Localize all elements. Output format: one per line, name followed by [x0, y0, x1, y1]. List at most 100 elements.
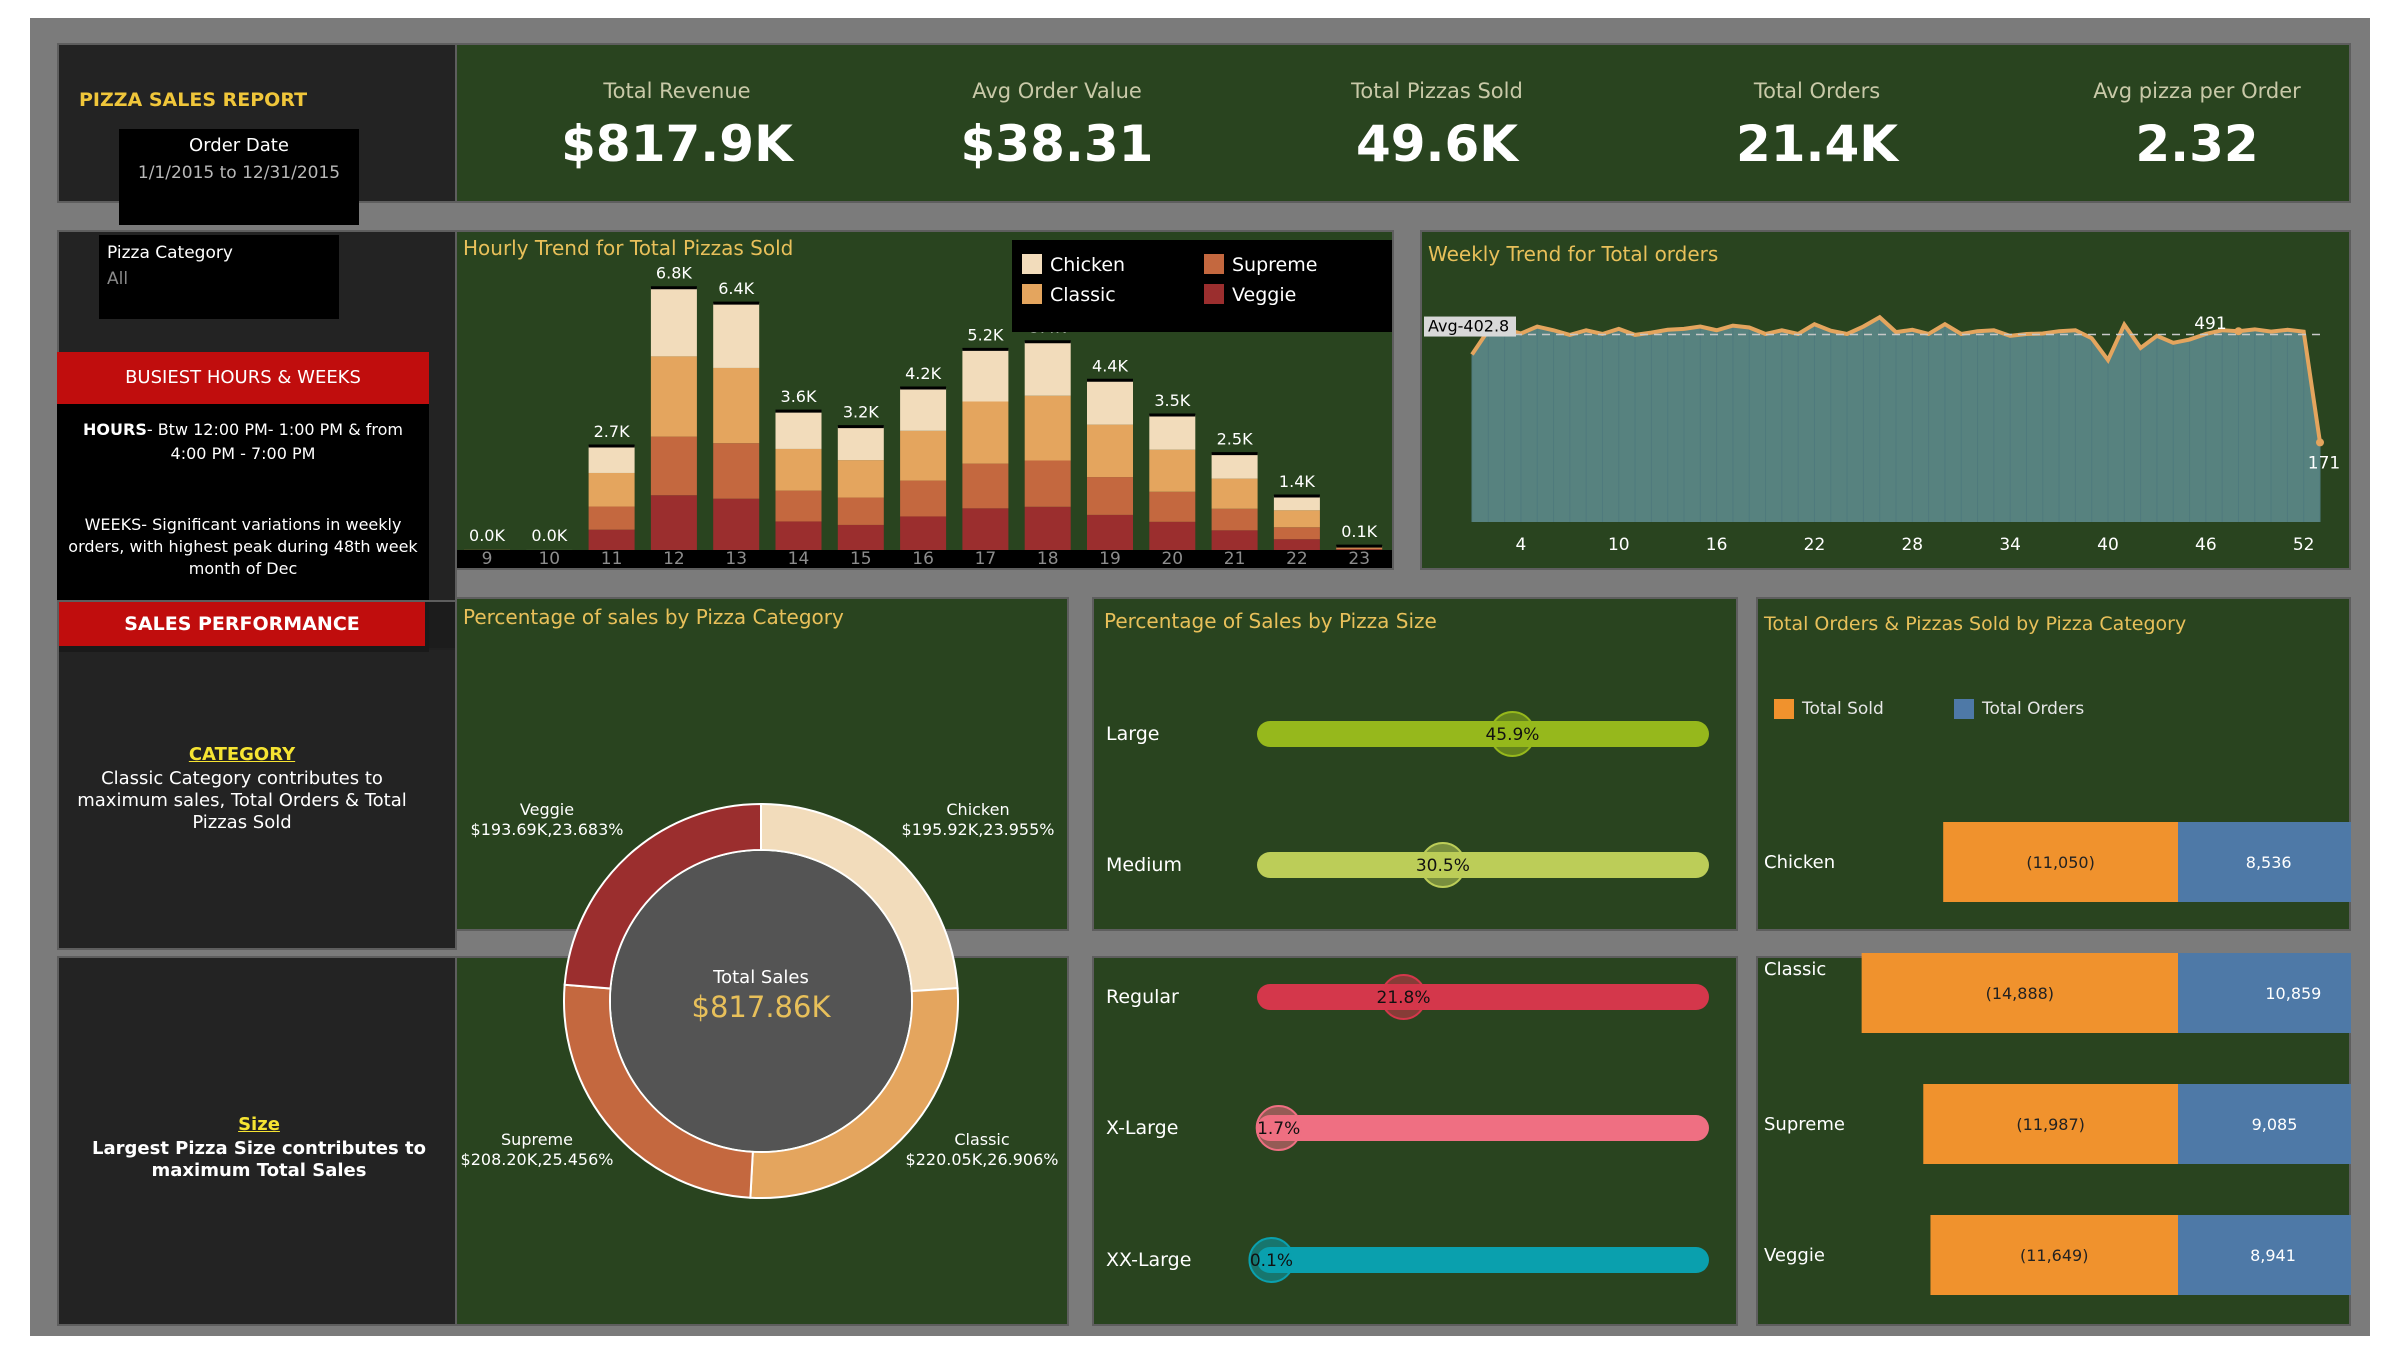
- orders-value-total-orders-classic: 10,859: [2265, 984, 2321, 1003]
- size-value-x-large: 1.7%: [1257, 1119, 1300, 1139]
- size-bar-x-large: [1257, 1115, 1709, 1141]
- donut-label-name-supreme: Supreme: [501, 1130, 573, 1149]
- hours-label: HOURS: [83, 420, 147, 439]
- legend-swatch-supreme: [1204, 254, 1224, 274]
- hourly-total-label-23: 0.1K: [1341, 522, 1377, 541]
- order-date-label: Order Date: [189, 135, 289, 156]
- legend-label-chicken: Chicken: [1050, 254, 1126, 276]
- hourly-bar-14-veggie: [775, 521, 822, 550]
- hourly-total-label-10: 0.0K: [531, 526, 567, 545]
- hourly-bar-16-supreme: [900, 480, 947, 517]
- size-label-medium: Medium: [1106, 854, 1182, 876]
- size-bar-xx-large: [1257, 1247, 1709, 1273]
- kpi-avg-order-value-label: Avg Order Value: [972, 79, 1142, 103]
- hourly-bar-16-classic: [900, 430, 947, 481]
- weekly-tick-22: 22: [1804, 535, 1826, 555]
- hourly-total-label-15: 3.2K: [843, 403, 879, 422]
- category-note-title: CATEGORY: [188, 744, 296, 765]
- hourly-bar-18-supreme: [1024, 460, 1071, 507]
- donut-label-value-chicken: $195.92K,23.955%: [902, 820, 1055, 839]
- hourly-bar-21-chicken: [1211, 453, 1258, 479]
- size-value-xx-large: 0.1%: [1250, 1251, 1293, 1271]
- orders-category-label-classic: Classic: [1764, 959, 1826, 980]
- hourly-bar-19-supreme: [1087, 477, 1133, 515]
- size-bar-regular: [1257, 984, 1709, 1010]
- weekly-tick-10: 10: [1608, 535, 1630, 555]
- kpi-total-orders-label: Total Orders: [1753, 79, 1881, 103]
- hourly-legend: Chicken Classic Supreme Veggie: [1012, 240, 1392, 332]
- weekly-tick-34: 34: [1999, 535, 2021, 555]
- hourly-bar-20-veggie: [1149, 521, 1196, 550]
- hourly-total-label-20: 3.5K: [1154, 391, 1190, 410]
- kpi-total-pizzas-sold-label: Total Pizzas Sold: [1351, 79, 1523, 103]
- orders-value-total-orders-chicken: 8,536: [2246, 853, 2292, 872]
- hours-note: HOURS- Btw 12:00 PM- 1:00 PM & from 4:00…: [65, 418, 421, 466]
- category-filter-value: All: [107, 269, 129, 289]
- orders-value-total-sold-veggie: (11,649): [2020, 1246, 2088, 1265]
- size-bar-medium: [1257, 852, 1709, 878]
- orders-value-total-sold-supreme: (11,987): [2016, 1115, 2084, 1134]
- weekly-tick-40: 40: [2097, 535, 2119, 555]
- hourly-bar-12-veggie: [650, 495, 697, 550]
- order-date-filter[interactable]: Order Date 1/1/2015 to 12/31/2015: [119, 129, 359, 225]
- hourly-bar-14-classic: [775, 448, 822, 491]
- hourly-bar-13-chicken: [713, 303, 760, 368]
- hourly-tick-12: 12: [663, 549, 685, 568]
- hourly-bar-18-classic: [1024, 395, 1071, 461]
- size-label-xx-large: XX-Large: [1106, 1249, 1191, 1271]
- hourly-total-label-13: 6.4K: [718, 279, 754, 298]
- hourly-bar-19-classic: [1087, 424, 1133, 478]
- hourly-tick-11: 11: [601, 549, 623, 568]
- weekly-tick-46: 46: [2195, 535, 2217, 555]
- hourly-tick-15: 15: [850, 549, 872, 568]
- kpi-avg-pizza-per-order-value: 2.32: [2135, 115, 2259, 173]
- orders-category-label-chicken: Chicken: [1764, 852, 1835, 873]
- hourly-tick-22: 22: [1286, 549, 1308, 568]
- hourly-tick-10: 10: [538, 549, 560, 568]
- hourly-bar-12-supreme: [650, 436, 697, 496]
- orders-category-label-veggie: Veggie: [1764, 1245, 1825, 1266]
- hourly-bar-13-supreme: [713, 443, 760, 499]
- hourly-bar-21-supreme: [1211, 508, 1258, 531]
- kpi-total-revenue-label: Total Revenue: [603, 79, 751, 103]
- report-title: PIZZA SALES REPORT: [79, 89, 308, 111]
- order-date-value: 1/1/2015 to 12/31/2015: [137, 163, 341, 183]
- hourly-bar-21-classic: [1211, 478, 1258, 509]
- dashboard-frame: PIZZA SALES REPORT Order Date 1/1/2015 t…: [30, 18, 2370, 1336]
- donut-center-value: $817.86K: [692, 990, 832, 1024]
- hourly-tick-14: 14: [788, 549, 810, 568]
- weekly-trend-panel: Weekly Trend for Total orders Avg-402.8 4…: [1420, 230, 2351, 570]
- category-filter-label: Pizza Category: [107, 243, 233, 263]
- weekly-trend-chart: Avg-402.8 491 171 4 10 16 22 28 34 40 46 52: [1424, 314, 2340, 555]
- hourly-bar-22-classic: [1273, 510, 1320, 528]
- legend-swatch-classic: [1022, 284, 1042, 304]
- size-value-medium: 30.5%: [1416, 856, 1470, 876]
- donut-label-value-classic: $220.05K,26.906%: [906, 1150, 1059, 1169]
- weekly-point-48: [2234, 327, 2243, 336]
- busiest-header-text: BUSIEST HOURS & WEEKS: [125, 367, 361, 388]
- size-note-text: Largest Pizza Size contributes to maximu…: [92, 1138, 426, 1181]
- hourly-bar-14-supreme: [775, 490, 822, 522]
- hourly-tick-17: 17: [975, 549, 997, 568]
- weekly-tick-52: 52: [2293, 535, 2315, 555]
- hourly-trend-panel: Hourly Trend for Total Pizzas Sold 0.0K 9…: [455, 230, 1394, 570]
- hourly-total-label-17: 5.2K: [967, 325, 1003, 344]
- orders-category-label-supreme: Supreme: [1764, 1114, 1845, 1135]
- hourly-total-label-16: 4.2K: [905, 364, 941, 383]
- donut-label-name-veggie: Veggie: [520, 800, 574, 819]
- category-filter[interactable]: Pizza Category All: [99, 235, 339, 319]
- kpi-total-pizzas-sold-value: 49.6K: [1355, 115, 1519, 173]
- kpi-avg-order-value-value: $38.31: [960, 115, 1154, 173]
- legend-swatch-chicken: [1022, 254, 1042, 274]
- weekly-point-53: [2316, 438, 2324, 447]
- hourly-bar-18-chicken: [1024, 341, 1071, 396]
- hourly-bar-12-chicken: [650, 287, 697, 357]
- size-note-panel: Size Largest Pizza Size contributes to m…: [57, 956, 457, 1326]
- hourly-bar-22-chicken: [1273, 496, 1320, 511]
- sales-performance-panel: SALES PERFORMANCE CATEGORY Classic Categ…: [57, 600, 457, 950]
- hourly-bar-22-supreme: [1273, 527, 1320, 540]
- hourly-bar-19-chicken: [1087, 380, 1133, 425]
- hourly-bar-13-veggie: [713, 498, 760, 550]
- donut-center-label: Total Sales: [712, 967, 809, 988]
- hourly-total-label-21: 2.5K: [1217, 430, 1253, 449]
